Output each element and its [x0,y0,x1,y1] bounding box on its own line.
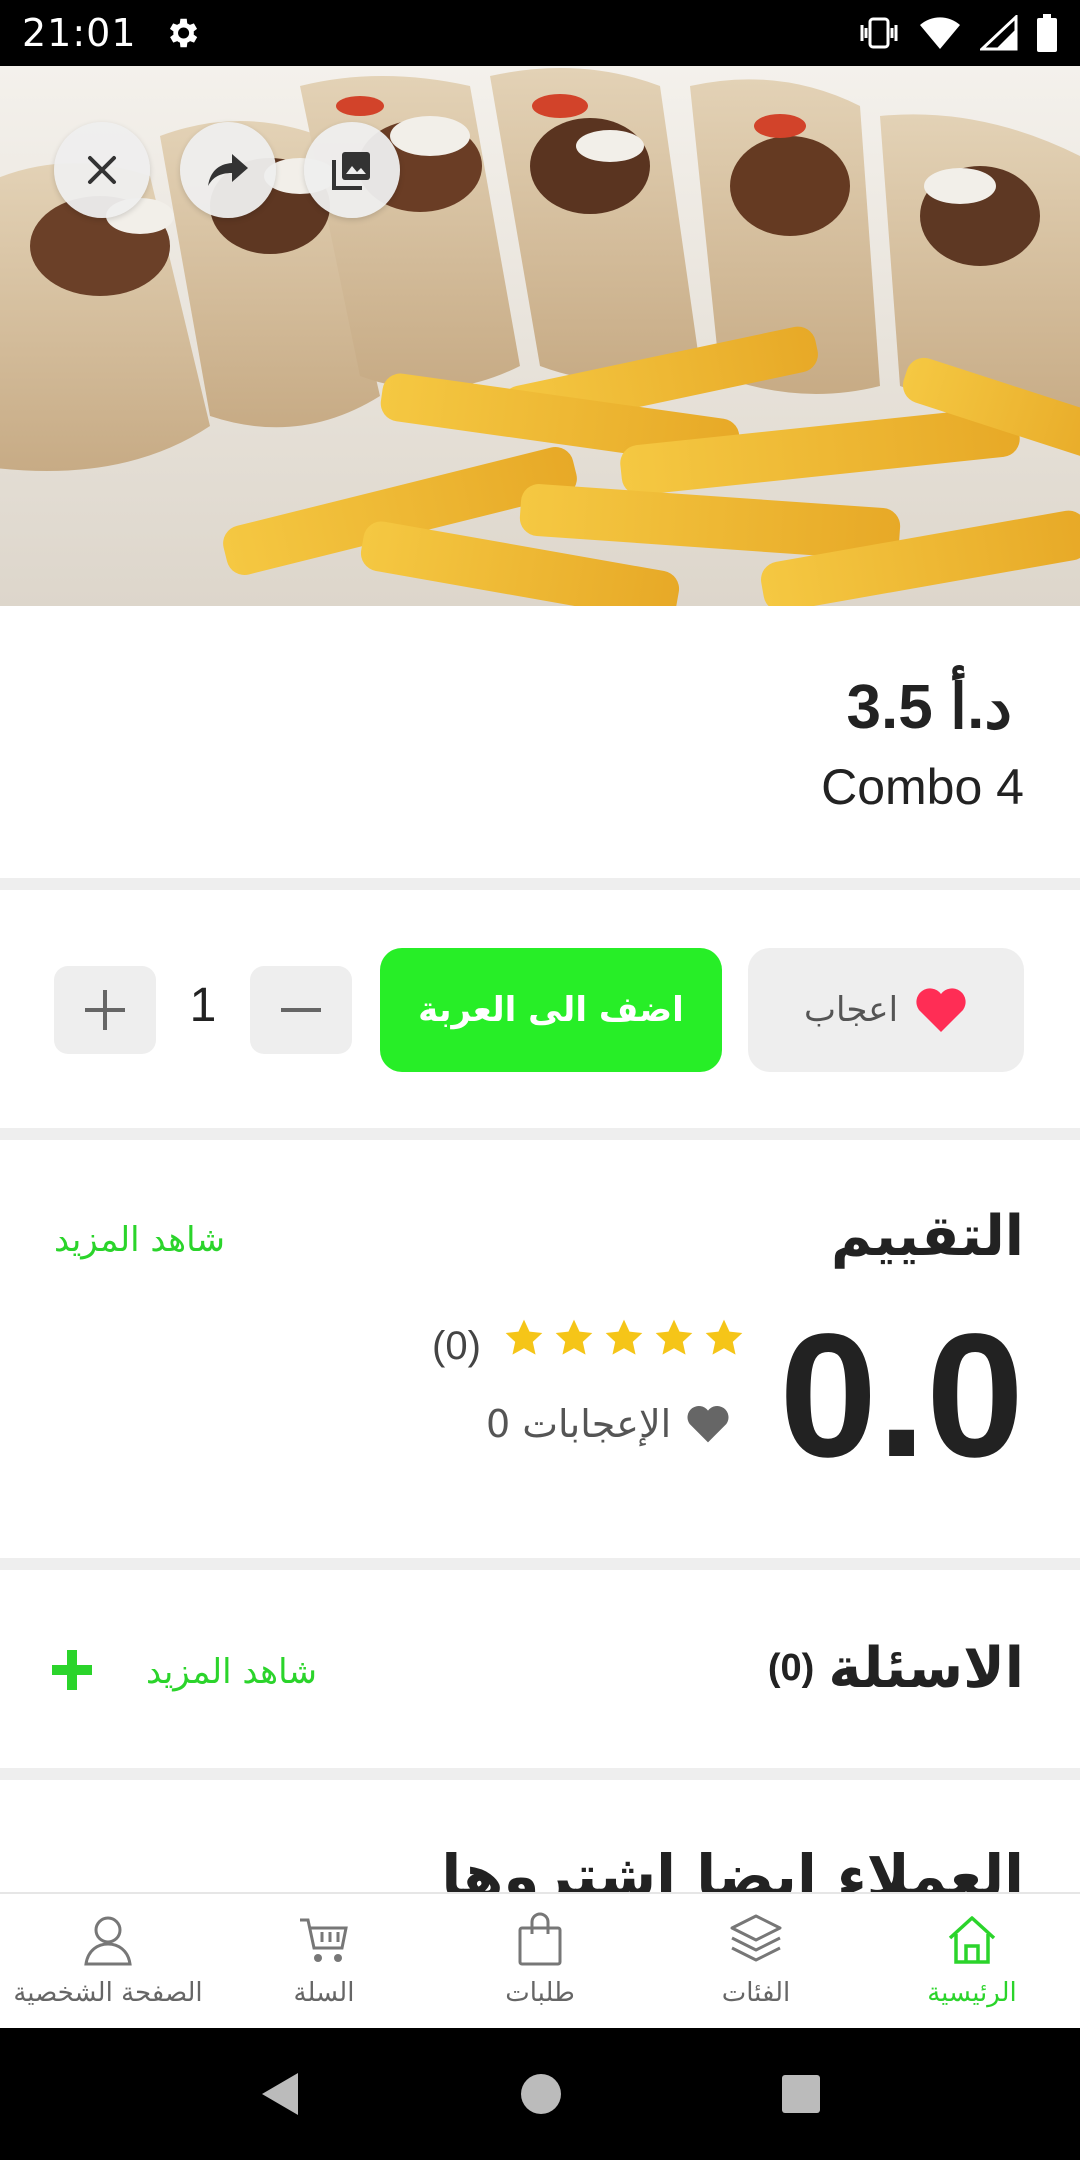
star-icon [605,1319,643,1355]
nav-label-home: الرئيسية [927,1978,1017,2008]
questions-count: (0) [767,1647,815,1689]
gallery-icon [332,152,370,190]
cart-icon [300,1918,348,1962]
back-icon[interactable] [258,2069,302,2119]
nav-item-cart[interactable]: السلة [216,1894,432,2028]
battery-icon [1036,14,1058,52]
questions-title: الاسئلة [828,1636,1024,1701]
rating-section: التقييم شاهد المزيد 0.0 (0) 0 الإعجابات [0,1140,1080,1558]
action-row: اعجاب اضف الى العربة 1 [0,890,1080,1128]
share-arrow-icon [208,154,248,186]
system-navigation-bar [0,2028,1080,2160]
rating-score: 0.0 [779,1298,1024,1494]
like-button[interactable]: اعجاب [748,948,1024,1072]
gallery-button[interactable] [304,122,400,218]
product-name: Combo 4 [821,759,1024,815]
price-block: د.أ 3.5 Combo 4 [0,606,1080,878]
like-label: اعجاب [803,990,899,1030]
star-icon [655,1319,693,1355]
quantity-decrease-button[interactable] [250,966,352,1054]
add-question-plus-icon[interactable] [52,1650,92,1690]
bottom-navigation: الصفحة الشخصية السلة طلبات الفئات الرئيس… [0,1892,1080,2028]
settings-gear-icon [163,14,201,52]
section-divider [0,878,1080,890]
minus-icon [281,1008,321,1012]
star-icon [705,1319,743,1355]
rating-title: التقييم [830,1204,1024,1269]
questions-section: (0) الاسئلة شاهد المزيد [0,1570,1080,1768]
likes-count-row: 0 الإعجابات [486,1402,731,1446]
star-icon [505,1319,543,1355]
customers-also-bought-title: العملاء ايضا اشتروها [441,1842,1024,1892]
likes-count: 0 الإعجابات [486,1402,672,1446]
rating-see-more-link[interactable]: شاهد المزيد [54,1220,225,1260]
customers-also-bought-section: العملاء ايضا اشتروها [0,1780,1080,1892]
add-to-cart-button[interactable]: اضف الى العربة [380,948,722,1072]
home-circle-icon[interactable] [519,2072,563,2116]
section-divider [0,1128,1080,1140]
food-photo [0,66,1080,606]
star-icon [555,1319,593,1355]
questions-see-more-link[interactable]: شاهد المزيد [146,1652,317,1692]
recents-square-icon[interactable] [780,2073,822,2115]
nav-item-orders[interactable]: طلبات [432,1894,648,2028]
person-icon [84,1916,132,1966]
product-image[interactable] [0,66,1080,606]
nav-item-profile[interactable]: الصفحة الشخصية [0,1894,216,2028]
nav-label-categories: الفئات [721,1978,791,2008]
share-button[interactable] [180,122,276,218]
star-rating [502,1316,746,1360]
plus-icon [85,990,125,1030]
close-button[interactable] [54,122,150,218]
quantity-value: 1 [189,979,217,1032]
quantity-increase-button[interactable] [54,966,156,1054]
nav-label-orders: طلبات [505,1978,575,2008]
vibrate-icon [858,15,900,51]
bag-icon [518,1912,562,1966]
heart-icon [916,988,966,1032]
signal-icon [980,15,1018,51]
nav-item-categories[interactable]: الفئات [648,1894,864,2028]
section-divider [0,1768,1080,1780]
review-count: (0) [432,1324,481,1368]
status-icons [858,14,1058,52]
nav-label-profile: الصفحة الشخصية [13,1978,203,2008]
section-divider [0,1558,1080,1570]
questions-title-row: (0) الاسئلة [768,1636,1024,1701]
layers-icon [730,1914,782,1962]
heart-outline-icon [687,1406,729,1443]
status-bar: 21:01 [0,0,1080,66]
product-price: د.أ 3.5 [846,673,1013,742]
nav-item-home[interactable]: الرئيسية [864,1894,1080,2028]
product-screen: 21:01 د.أ 3.5 Combo 4 اعجاب اضف الى العر… [0,0,1080,2160]
wifi-icon [918,15,962,51]
close-icon [88,156,116,184]
status-time: 21:01 [22,11,137,55]
home-icon [948,1916,996,1964]
nav-label-cart: السلة [293,1978,355,2008]
